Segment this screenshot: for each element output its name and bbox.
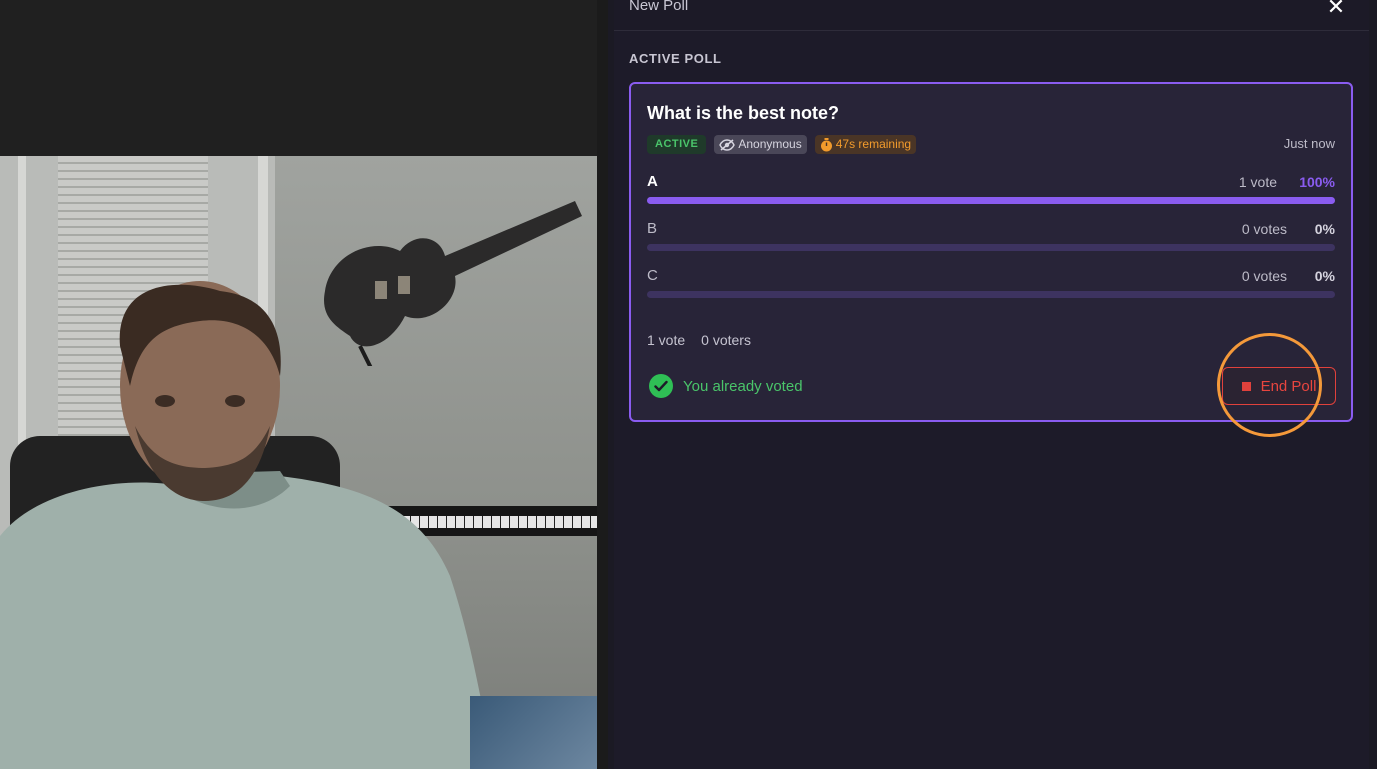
- option-votes: 0 votes: [1241, 268, 1287, 284]
- close-icon[interactable]: ✕: [1323, 0, 1349, 22]
- option-label: A: [647, 173, 658, 190]
- poll-question: What is the best note?: [647, 103, 840, 123]
- panel-header: New Poll ✕: [614, 0, 1369, 31]
- eye-slash-icon: [719, 138, 736, 151]
- anonymous-badge: Anonymous: [714, 135, 807, 154]
- option-percent: 100%: [1299, 174, 1335, 190]
- poll-timestamp: Just now: [1283, 136, 1335, 151]
- status-badge: ACTIVE: [647, 135, 707, 154]
- option-progress-fill: [647, 197, 1335, 204]
- option-progress-track: [647, 244, 1335, 251]
- poll-option: B 0 votes 0%: [647, 220, 1335, 260]
- panel-title: New Poll: [629, 0, 689, 14]
- video-area: [0, 0, 608, 769]
- panel-divider[interactable]: [597, 0, 608, 769]
- participant-video[interactable]: [0, 156, 597, 769]
- poll-badges: ACTIVE Anonymous 47s remaining: [647, 135, 917, 154]
- poll-option: C 0 votes 0%: [647, 267, 1335, 307]
- total-voters: 0 voters: [701, 332, 751, 348]
- rug-image: [470, 696, 597, 769]
- option-votes: 1 vote: [1238, 174, 1277, 190]
- section-label: ACTIVE POLL: [629, 51, 722, 66]
- option-progress-track: [647, 291, 1335, 298]
- timer-badge: 47s remaining: [814, 135, 917, 154]
- total-votes: 1 vote: [647, 332, 686, 348]
- timer-label: 47s remaining: [835, 137, 912, 151]
- stopwatch-icon: [820, 137, 832, 151]
- end-poll-button[interactable]: End Poll: [1222, 367, 1336, 405]
- option-progress-track: [647, 197, 1335, 204]
- option-percent: 0%: [1314, 221, 1335, 237]
- option-label: C: [647, 267, 658, 284]
- voted-message: You already voted: [683, 377, 803, 395]
- meeting-window: New Poll ✕ ACTIVE POLL What is the best …: [0, 0, 1377, 769]
- voted-status: You already voted: [649, 374, 803, 398]
- person-image: [0, 281, 495, 769]
- poll-card: What is the best note? ACTIVE Anonymous: [629, 82, 1353, 422]
- poll-panel: New Poll ✕ ACTIVE POLL What is the best …: [608, 0, 1377, 769]
- check-circle-icon: [649, 374, 673, 398]
- option-votes: 0 votes: [1241, 221, 1287, 237]
- anonymous-label: Anonymous: [738, 137, 802, 151]
- end-poll-label: End Poll: [1260, 377, 1317, 395]
- option-label: B: [647, 220, 658, 237]
- poll-totals: 1 vote 0 voters: [647, 332, 751, 348]
- stop-icon: [1241, 381, 1251, 391]
- poll-option: A 1 vote 100%: [647, 173, 1335, 213]
- option-percent: 0%: [1314, 268, 1335, 284]
